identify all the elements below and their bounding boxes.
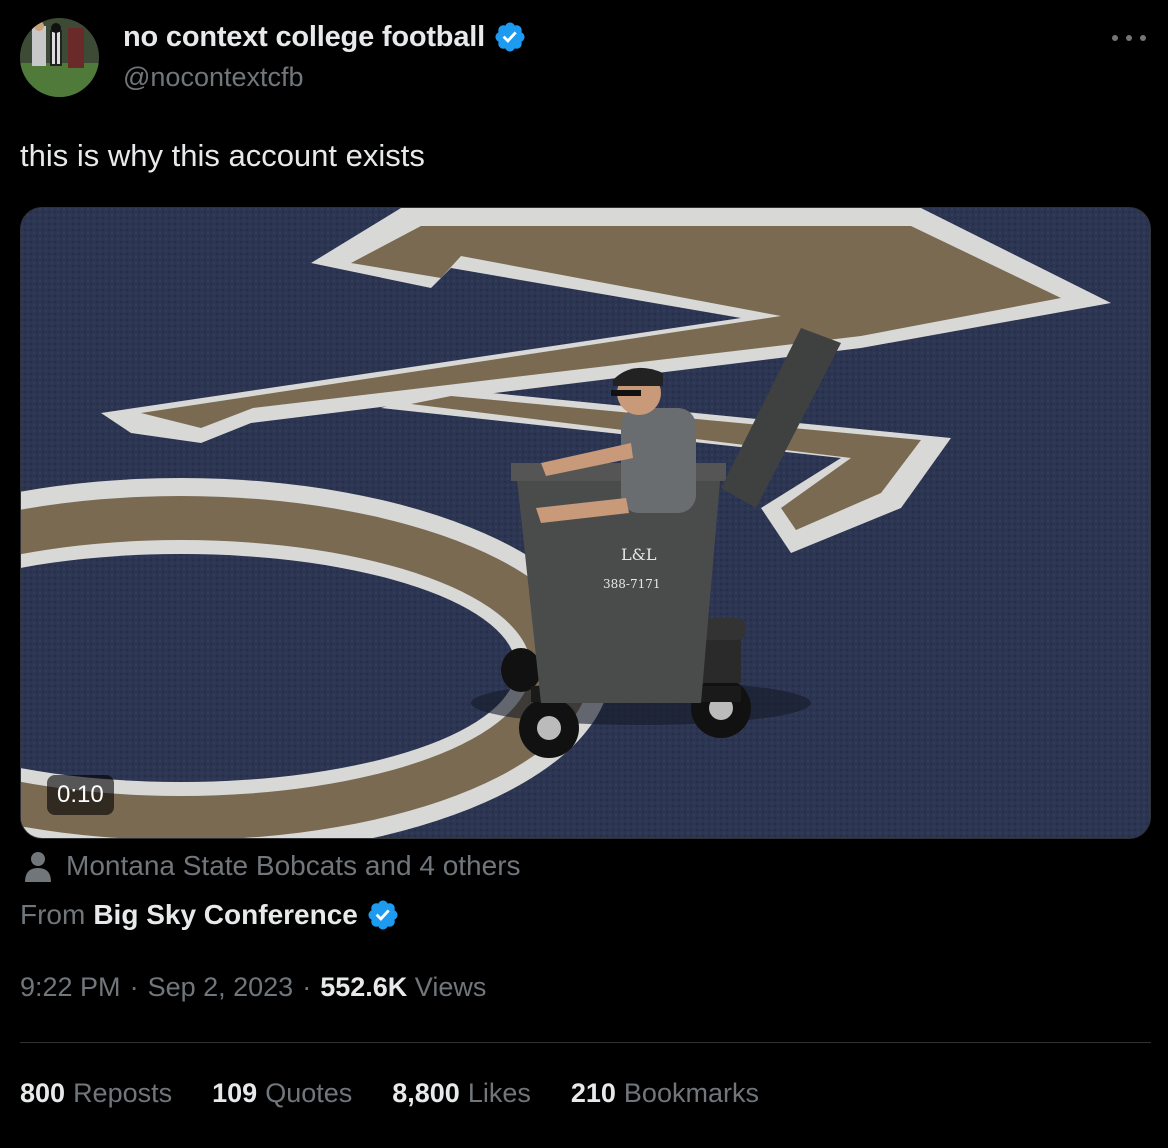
video-frame-image: L&L 388-7171 (21, 208, 1150, 838)
quotes-label: Quotes (265, 1078, 353, 1108)
likes-label: Likes (467, 1078, 531, 1108)
author-display-name[interactable]: no context college football (123, 21, 485, 54)
more-options-icon[interactable] (1112, 24, 1146, 52)
tweet-meta-row: 9:22 PM · Sep 2, 2023 · 552.6K Views (20, 972, 486, 1003)
engagement-stats: 800 Reposts 109 Quotes 8,800 Likes 210 B… (20, 1078, 759, 1109)
reposts-count: 800 (20, 1078, 66, 1108)
views-label: Views (414, 972, 487, 1002)
tweet-time[interactable]: 9:22 PM (20, 972, 121, 1003)
bookmarks-count: 210 (570, 1078, 616, 1108)
meta-separator: · (129, 972, 139, 1002)
person-icon (25, 852, 51, 882)
reposts-stat[interactable]: 800 Reposts (20, 1078, 172, 1109)
tagged-users-text: Montana State Bobcats and 4 others (66, 850, 521, 881)
reposts-label: Reposts (73, 1078, 173, 1108)
likes-count: 8,800 (392, 1078, 460, 1108)
source-label: From (20, 899, 86, 930)
quotes-stat[interactable]: 109 Quotes (212, 1078, 352, 1109)
source-name-link[interactable]: Big Sky Conference (93, 899, 358, 931)
bookmarks-label: Bookmarks (623, 1078, 759, 1108)
likes-stat[interactable]: 8,800 Likes (392, 1078, 531, 1109)
tweet-text: this is why this account exists (20, 138, 425, 173)
views-count: 552.6K (320, 972, 408, 1002)
verified-badge-icon (495, 22, 525, 52)
quotes-count: 109 (212, 1078, 258, 1108)
bin-phone-text: 388-7171 (603, 577, 661, 591)
author-handle[interactable]: @nocontextcfb (123, 62, 304, 93)
tweet-video[interactable]: L&L 388-7171 0:10 (20, 207, 1151, 839)
source-row: From Big Sky Conference (20, 898, 400, 932)
video-duration-badge: 0:10 (47, 775, 114, 815)
verified-badge-icon (368, 900, 398, 930)
bookmarks-stat[interactable]: 210 Bookmarks (571, 1078, 759, 1109)
author-avatar[interactable] (20, 18, 99, 97)
divider (20, 1042, 1151, 1043)
bin-logo-text: L&L (621, 545, 657, 564)
author-name-row[interactable]: no context college football (123, 20, 527, 54)
avatar-image (20, 18, 99, 97)
tweet-date[interactable]: Sep 2, 2023 (148, 972, 294, 1003)
tagged-users-link[interactable]: Montana State Bobcats and 4 others (24, 850, 521, 882)
meta-separator: · (302, 972, 312, 1002)
